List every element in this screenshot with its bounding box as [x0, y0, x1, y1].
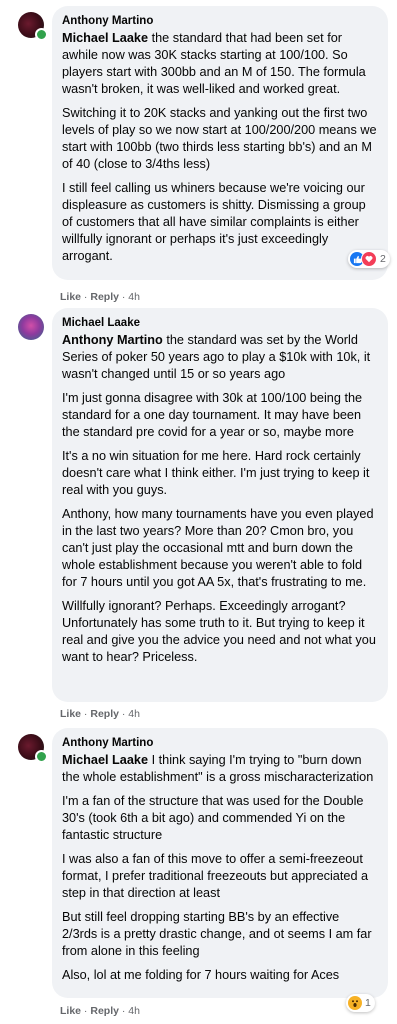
- comment-actions: Like · Reply · 4h: [60, 708, 140, 720]
- comment-actions: Like · Reply · 4h: [60, 1005, 140, 1017]
- mention-link[interactable]: Michael Laake: [62, 31, 148, 45]
- comment-timestamp[interactable]: 4h: [128, 708, 140, 720]
- comment-author[interactable]: Anthony Martino: [62, 736, 378, 750]
- comment-paragraph: I'm a fan of the structure that was used…: [62, 794, 364, 842]
- comment-paragraph: It's a no win situation for me here. Har…: [62, 449, 370, 497]
- reply-button[interactable]: Reply: [90, 291, 119, 303]
- reaction-summary[interactable]: 2: [348, 250, 390, 268]
- comment-bubble: Michael Laake Anthony Martino the standa…: [52, 308, 388, 702]
- comment-bubble: Anthony Martino Michael Laake the standa…: [52, 6, 388, 280]
- comment-paragraph: I'm just gonna disagree with 30k at 100/…: [62, 391, 363, 439]
- comment-actions: Like · Reply · 4h: [60, 291, 140, 303]
- like-button[interactable]: Like: [60, 708, 81, 720]
- online-status-icon: [35, 750, 48, 763]
- comment-paragraph: I was also a fan of this move to offer a…: [62, 852, 369, 900]
- comment-paragraph: But still feel dropping starting BB's by…: [62, 910, 372, 958]
- avatar[interactable]: [18, 314, 44, 340]
- online-status-icon: [35, 28, 48, 41]
- reaction-summary[interactable]: 1: [346, 994, 375, 1012]
- like-button[interactable]: Like: [60, 291, 81, 303]
- wow-icon: [348, 996, 362, 1010]
- mention-link[interactable]: Michael Laake: [62, 753, 148, 767]
- comment-paragraph: Michael Laake the standard that had been…: [62, 31, 366, 96]
- reply-button[interactable]: Reply: [90, 708, 119, 720]
- comment-paragraph: Also, lol at me folding for 7 hours wait…: [62, 968, 340, 982]
- comment-paragraph: I still feel calling us whiners because …: [62, 181, 366, 263]
- comment-paragraph: Switching it to 20K stacks and yanking o…: [62, 106, 377, 171]
- comment-paragraph: Willfully ignorant? Perhaps. Exceedingly…: [62, 599, 376, 664]
- mention-link[interactable]: Anthony Martino: [62, 333, 163, 347]
- comment-author[interactable]: Michael Laake: [62, 316, 378, 330]
- like-button[interactable]: Like: [60, 1005, 81, 1017]
- reaction-count: 1: [365, 997, 371, 1009]
- heart-icon: [361, 251, 377, 267]
- comment-paragraph: Anthony, how many tournaments have you e…: [62, 507, 374, 589]
- comment-timestamp[interactable]: 4h: [128, 291, 140, 303]
- comment-bubble: Anthony Martino Michael Laake I think sa…: [52, 728, 388, 998]
- comment-timestamp[interactable]: 4h: [128, 1005, 140, 1017]
- comment-paragraph: Michael Laake I think saying I'm trying …: [62, 753, 374, 784]
- comment-paragraph: Anthony Martino the standard was set by …: [62, 333, 371, 381]
- reply-button[interactable]: Reply: [90, 1005, 119, 1017]
- reaction-count: 2: [380, 253, 386, 265]
- comment-author[interactable]: Anthony Martino: [62, 14, 378, 28]
